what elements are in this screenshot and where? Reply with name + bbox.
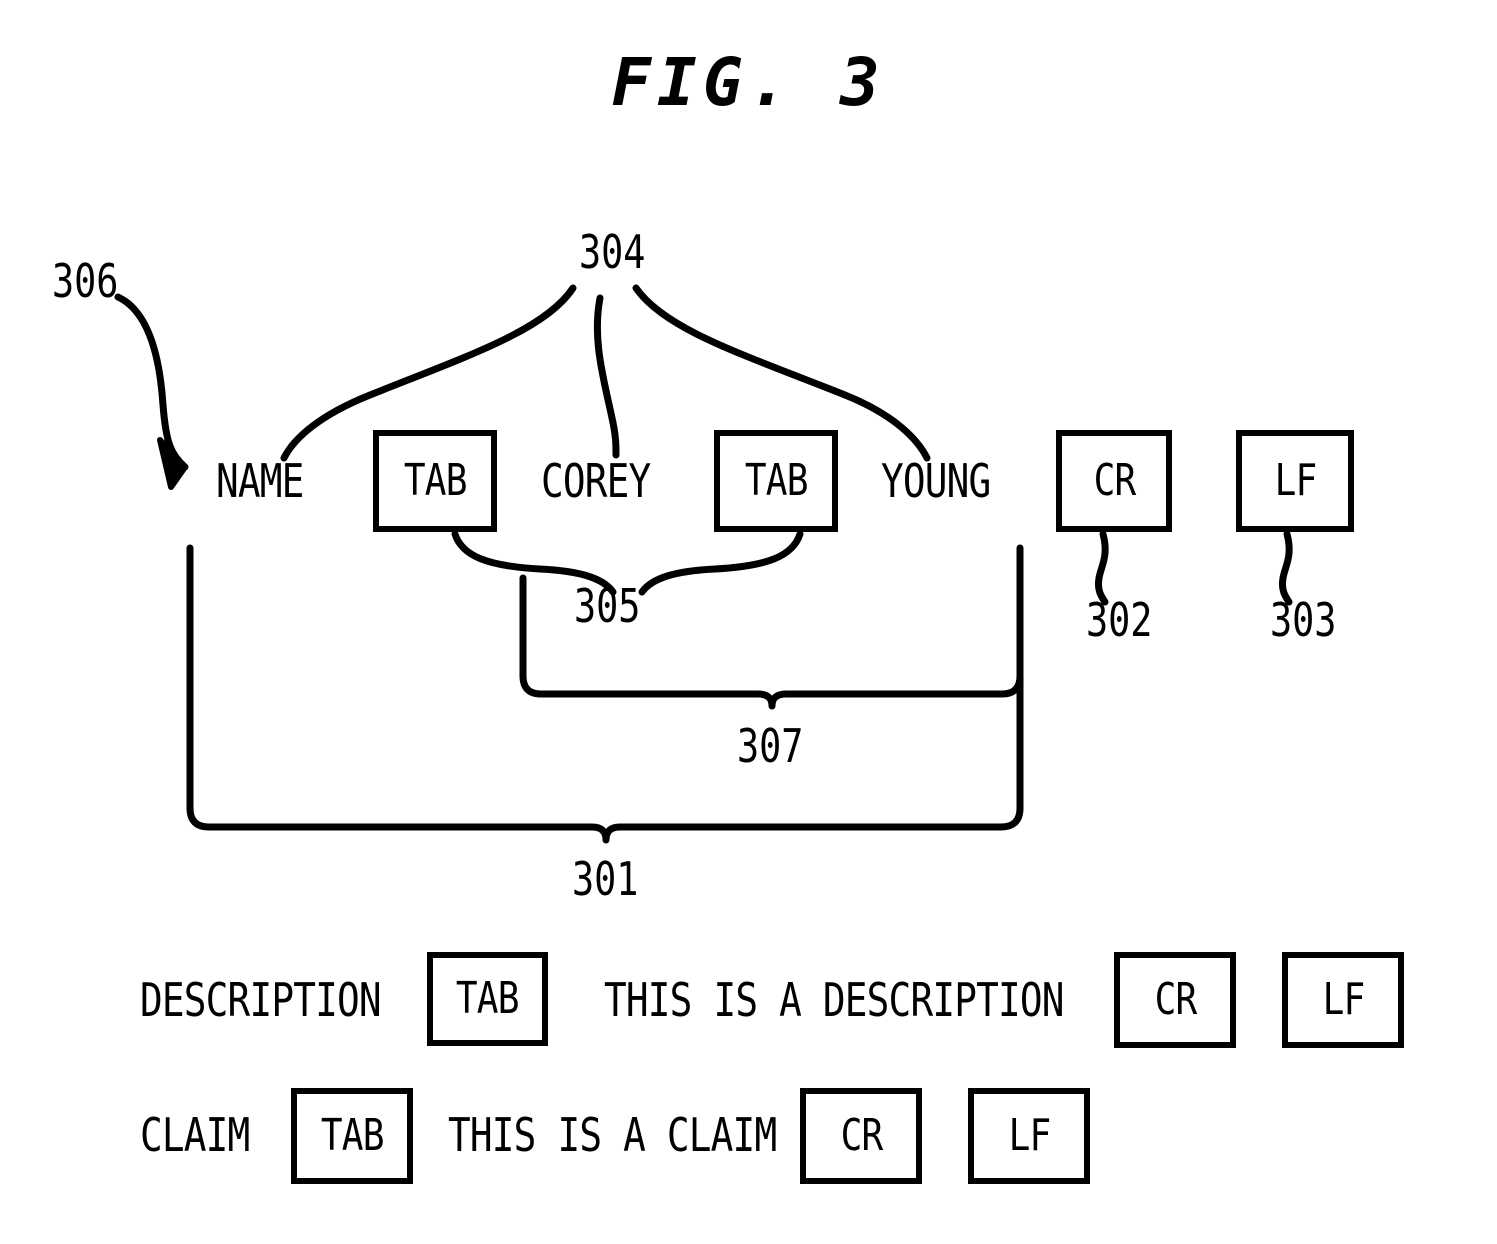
record-tab-box-1: TAB xyxy=(373,430,497,532)
leader-306 xyxy=(114,293,189,471)
claim-tab-box-label: TAB xyxy=(320,1110,385,1161)
refnum-302: 302 xyxy=(1086,593,1153,647)
record-lf-box: LF xyxy=(1236,430,1354,532)
record-name-label: NAME xyxy=(216,454,304,508)
description-tab-box: TAB xyxy=(427,952,548,1046)
leader-304-to-corey xyxy=(593,294,620,459)
refnum-306: 306 xyxy=(52,254,119,308)
description-field-label: DESCRIPTION xyxy=(140,973,382,1027)
refnum-301: 301 xyxy=(572,852,639,906)
claim-cr-box: CR xyxy=(800,1088,922,1184)
claim-field-label: CLAIM xyxy=(140,1108,250,1162)
record-tab-box-2-label: TAB xyxy=(744,455,809,506)
record-tab-box-1-label: TAB xyxy=(403,455,468,506)
record-last-name: YOUNG xyxy=(881,454,991,508)
description-tab-box-label: TAB xyxy=(456,973,520,1024)
claim-lf-box: LF xyxy=(968,1088,1090,1184)
description-cr-box: CR xyxy=(1114,952,1236,1048)
description-value: THIS IS A DESCRIPTION xyxy=(604,973,1065,1027)
leader-305-right xyxy=(638,530,804,596)
claim-lf-box-label: LF xyxy=(1008,1110,1051,1161)
figure-page: FIG. 3 306 304 305 302 303 307 301 NAME … xyxy=(0,0,1497,1244)
refnum-307: 307 xyxy=(737,719,804,773)
leader-302 xyxy=(1095,530,1109,606)
refnum-304: 304 xyxy=(579,225,646,279)
record-first-name: COREY xyxy=(541,454,651,508)
claim-cr-box-label: CR xyxy=(840,1110,883,1161)
description-lf-box-label: LF xyxy=(1322,974,1365,1025)
description-cr-box-label: CR xyxy=(1154,974,1197,1025)
claim-value: THIS IS A CLAIM xyxy=(448,1108,777,1162)
claim-tab-box: TAB xyxy=(291,1088,413,1184)
refnum-305: 305 xyxy=(574,579,641,633)
refnum-303: 303 xyxy=(1270,593,1337,647)
record-cr-box: CR xyxy=(1056,430,1172,532)
record-cr-box-label: CR xyxy=(1093,455,1136,506)
record-lf-box-label: LF xyxy=(1274,455,1317,506)
record-tab-box-2: TAB xyxy=(714,430,838,532)
description-lf-box: LF xyxy=(1282,952,1404,1048)
leader-303 xyxy=(1279,530,1293,606)
